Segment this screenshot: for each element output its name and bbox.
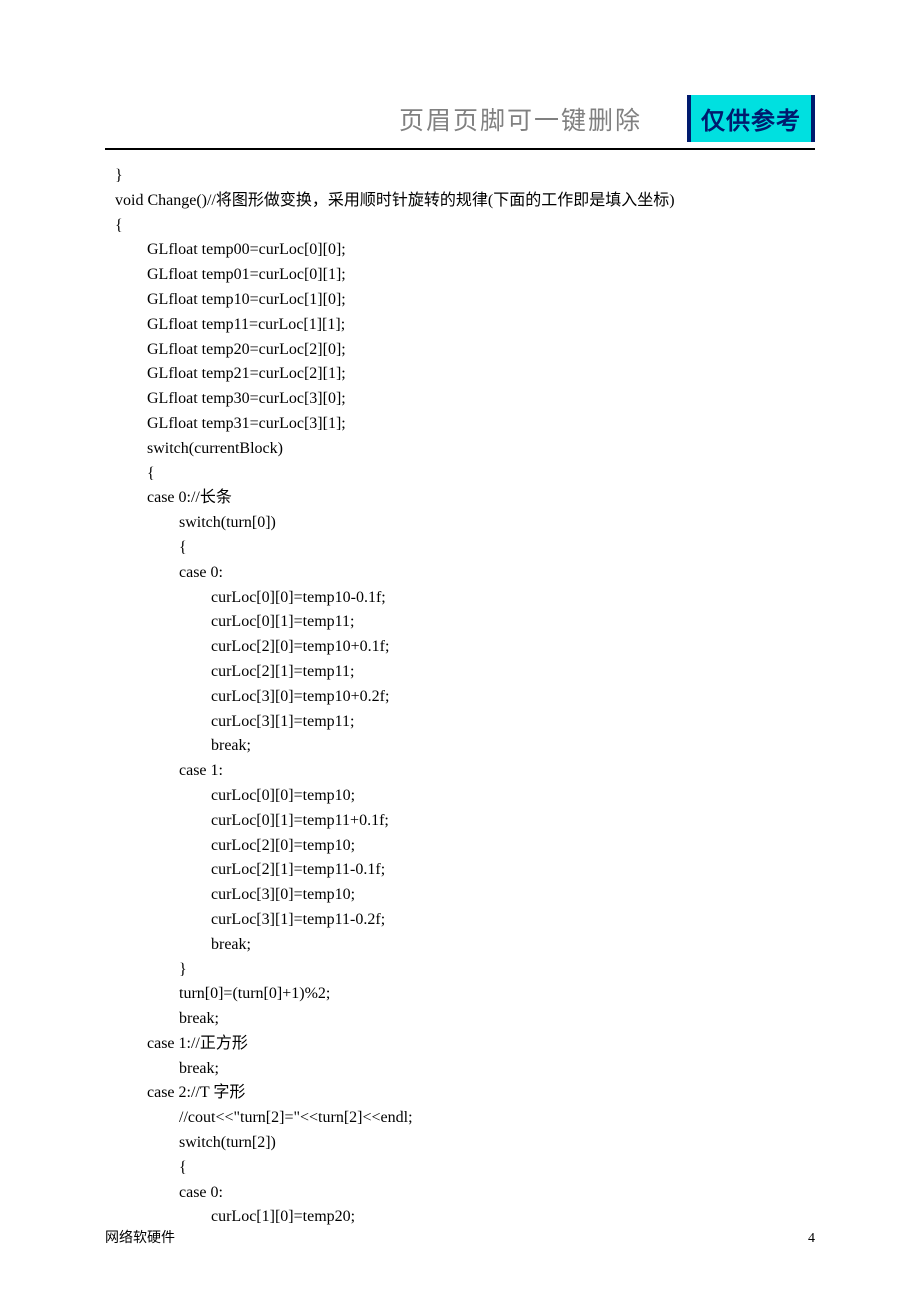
code-line: turn[0]=(turn[0]+1)%2;: [115, 982, 815, 1007]
code-line: curLoc[0][0]=temp10;: [115, 784, 815, 809]
reference-badge: 仅供参考: [687, 95, 815, 142]
page-header: 页眉页脚可一键删除 仅供参考: [105, 95, 815, 142]
code-line: {: [115, 536, 815, 561]
code-line: }: [115, 958, 815, 983]
code-line: curLoc[2][1]=temp11-0.1f;: [115, 858, 815, 883]
header-title: 页眉页脚可一键删除: [399, 101, 642, 137]
code-line: curLoc[3][0]=temp10+0.2f;: [115, 685, 815, 710]
code-line: break;: [115, 933, 815, 958]
code-line: curLoc[2][0]=temp10+0.1f;: [115, 635, 815, 660]
code-line: GLfloat temp11=curLoc[1][1];: [115, 313, 815, 338]
code-line: GLfloat temp31=curLoc[3][1];: [115, 412, 815, 437]
code-line: GLfloat temp30=curLoc[3][0];: [115, 387, 815, 412]
header-divider: [105, 148, 815, 150]
code-line: GLfloat temp10=curLoc[1][0];: [115, 288, 815, 313]
code-line: curLoc[2][0]=temp10;: [115, 834, 815, 859]
code-line: GLfloat temp21=curLoc[2][1];: [115, 362, 815, 387]
page-number: 4: [808, 1231, 815, 1247]
code-line: curLoc[3][0]=temp10;: [115, 883, 815, 908]
code-line: case 0:: [115, 1181, 815, 1206]
code-block: }void Change()//将图形做变换，采用顺时针旋转的规律(下面的工作即…: [105, 164, 815, 1230]
code-line: switch(currentBlock): [115, 437, 815, 462]
footer-left-text: 网络软硬件: [105, 1227, 175, 1247]
code-line: case 2://T 字形: [115, 1081, 815, 1106]
code-line: GLfloat temp00=curLoc[0][0];: [115, 238, 815, 263]
code-line: {: [115, 214, 815, 239]
code-line: break;: [115, 1057, 815, 1082]
code-line: case 0://长条: [115, 486, 815, 511]
code-line: case 1:: [115, 759, 815, 784]
code-line: {: [115, 462, 815, 487]
code-line: switch(turn[2]): [115, 1131, 815, 1156]
code-line: curLoc[0][0]=temp10-0.1f;: [115, 586, 815, 611]
code-line: curLoc[0][1]=temp11;: [115, 610, 815, 635]
code-line: switch(turn[0]): [115, 511, 815, 536]
code-line: curLoc[3][1]=temp11;: [115, 710, 815, 735]
code-line: curLoc[1][0]=temp20;: [115, 1205, 815, 1230]
code-line: curLoc[0][1]=temp11+0.1f;: [115, 809, 815, 834]
code-line: break;: [115, 734, 815, 759]
code-line: }: [115, 164, 815, 189]
code-line: break;: [115, 1007, 815, 1032]
code-line: curLoc[3][1]=temp11-0.2f;: [115, 908, 815, 933]
code-line: GLfloat temp01=curLoc[0][1];: [115, 263, 815, 288]
code-line: GLfloat temp20=curLoc[2][0];: [115, 338, 815, 363]
code-line: //cout<<"turn[2]="<<turn[2]<<endl;: [115, 1106, 815, 1131]
code-line: case 0:: [115, 561, 815, 586]
code-line: case 1://正方形: [115, 1032, 815, 1057]
code-line: void Change()//将图形做变换，采用顺时针旋转的规律(下面的工作即是…: [115, 189, 815, 214]
code-line: curLoc[2][1]=temp11;: [115, 660, 815, 685]
code-line: {: [115, 1156, 815, 1181]
